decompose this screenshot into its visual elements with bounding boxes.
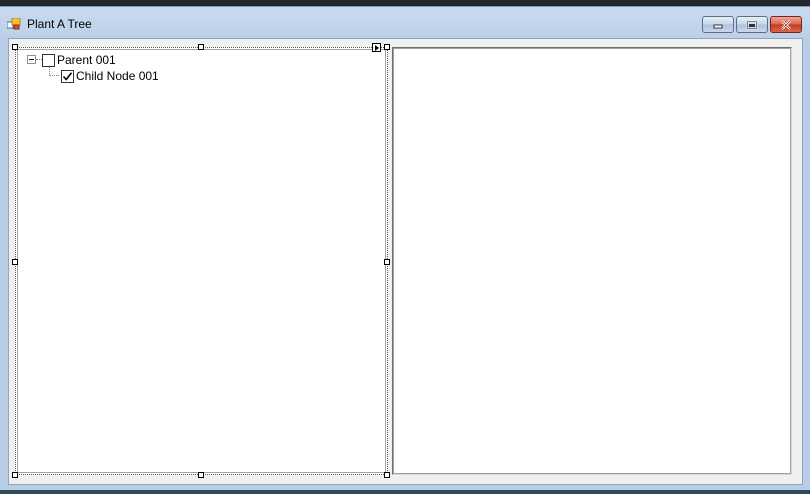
parent-checkbox[interactable]	[42, 53, 55, 67]
resize-handle-top-left[interactable]	[12, 44, 18, 50]
tree-node-parent[interactable]: Parent 001	[42, 52, 116, 68]
smart-tag-arrow-icon[interactable]	[372, 43, 381, 52]
tree-view[interactable]: Parent 001 Child Node 001	[15, 47, 388, 475]
right-panel[interactable]	[392, 47, 792, 475]
tree-node-label: Parent 001	[57, 53, 116, 67]
tree-node-child[interactable]: Child Node 001	[61, 68, 159, 84]
maximize-button[interactable]	[736, 16, 768, 33]
minimize-icon	[713, 24, 723, 28]
close-icon	[781, 19, 791, 30]
tree-node-label: Child Node 001	[76, 69, 159, 83]
collapse-toggle-icon[interactable]	[27, 55, 36, 64]
form-client-area: Parent 001 Child Node 001	[8, 38, 803, 485]
resize-handle-top-middle[interactable]	[198, 44, 204, 50]
minimize-button[interactable]	[702, 16, 734, 33]
checkmark-icon	[62, 71, 73, 81]
child-checkbox[interactable]	[61, 69, 74, 83]
close-button[interactable]	[770, 16, 802, 33]
window-title: Plant A Tree	[27, 17, 92, 31]
title-bar[interactable]: Plant A Tree	[0, 7, 810, 37]
maximize-icon	[746, 20, 758, 29]
resize-handle-middle-left[interactable]	[12, 259, 18, 265]
resize-handle-top-right[interactable]	[384, 44, 390, 50]
resize-handle-bottom-left[interactable]	[12, 472, 18, 478]
resize-handle-middle-right[interactable]	[384, 259, 390, 265]
resize-handle-bottom-right[interactable]	[384, 472, 390, 478]
form-window: Plant A Tree Parent 001 Child Node 001	[0, 6, 810, 491]
resize-handle-bottom-middle[interactable]	[198, 472, 204, 478]
app-icon	[7, 18, 21, 30]
desktop-bottom-strip	[0, 490, 810, 494]
